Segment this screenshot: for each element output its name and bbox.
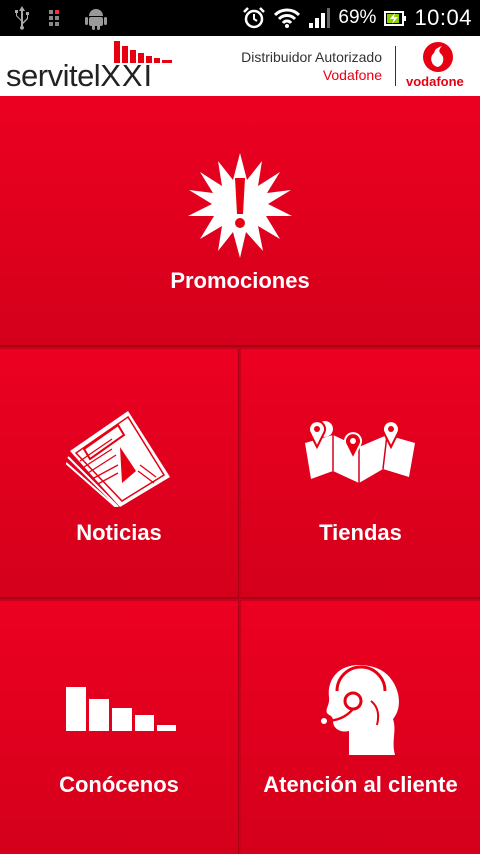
alarm-icon (243, 7, 266, 29)
debug-icon (49, 10, 59, 26)
menu-tile-atencion-cliente[interactable]: Atención al cliente (241, 601, 480, 854)
servitel-logo: servitelXXI (6, 36, 176, 96)
newspaper-icon (66, 411, 170, 507)
vodafone-wordmark: vodafone (406, 74, 464, 89)
menu-tile-noticias[interactable]: Noticias (0, 349, 239, 599)
signal-icon (309, 8, 331, 28)
wifi-icon (274, 8, 301, 28)
distributor-line2: Vodafone (322, 67, 382, 83)
status-bar: 69% 10:04 (0, 0, 480, 36)
main-menu-grid: Promociones Noticias Tiendas Conócenos A… (0, 96, 480, 854)
battery-icon (384, 11, 407, 26)
map-pins-icon (305, 421, 415, 483)
company-bars-icon (66, 687, 176, 731)
promotion-burst-icon (188, 153, 292, 258)
vodafone-logo: vodafone (404, 40, 476, 94)
header-divider (395, 46, 396, 86)
distributor-info: Distribuidor Autorizado Vodafone (241, 48, 382, 84)
customer-support-headset-icon (321, 665, 399, 755)
status-left-icons (14, 6, 108, 30)
menu-label-atencion-cliente: Atención al cliente (263, 772, 458, 797)
logo-text: servitelXXI (6, 58, 153, 94)
menu-tile-promociones[interactable]: Promociones (0, 96, 480, 347)
menu-tile-tiendas[interactable]: Tiendas (241, 349, 480, 599)
battery-percent: 69% (338, 7, 377, 28)
menu-label-noticias: Noticias (76, 520, 162, 545)
android-icon (85, 9, 107, 30)
menu-label-tiendas: Tiendas (319, 520, 402, 545)
status-right-icons: 69% 10:04 (242, 4, 472, 32)
clock: 10:04 (414, 5, 472, 30)
menu-label-promociones: Promociones (170, 268, 310, 293)
usb-icon (15, 6, 29, 30)
menu-tile-conocenos[interactable]: Conócenos (0, 601, 239, 854)
logo-suffix: XXI (100, 58, 154, 93)
vodafone-speechmark-icon (423, 42, 453, 72)
app-header: servitelXXI Distribuidor Autorizado Voda… (0, 36, 480, 96)
menu-label-conocenos: Conócenos (59, 772, 179, 797)
logo-brand: servitel (6, 58, 101, 93)
distributor-line1: Distribuidor Autorizado (241, 49, 382, 65)
